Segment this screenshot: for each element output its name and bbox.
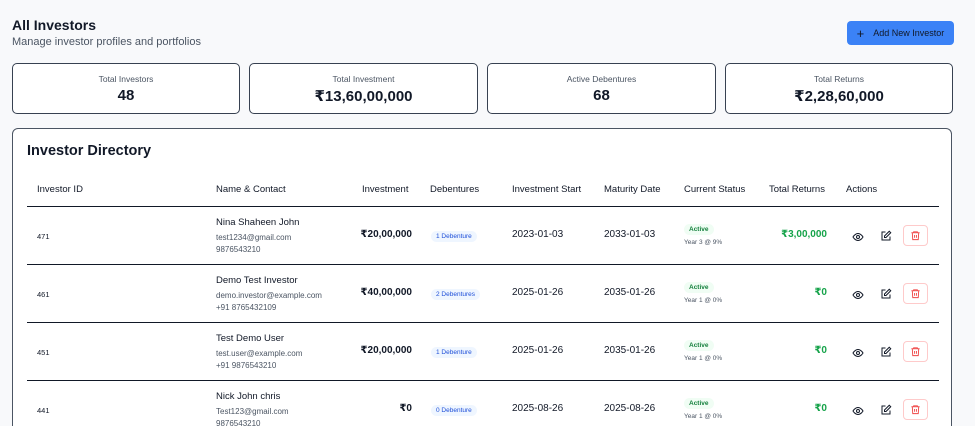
maturity-date: 2035-01-26 (604, 345, 656, 356)
edit-icon[interactable] (880, 229, 892, 241)
edit-icon[interactable] (880, 287, 892, 299)
status-badge: Active (684, 398, 714, 409)
stat-label: Active Debentures (566, 74, 637, 84)
investment-amount: ₹20,00,000 (360, 345, 412, 356)
column-header-total-returns: Total Returns (769, 184, 825, 195)
column-header-debentures: Debentures (430, 184, 480, 195)
page-subtitle: Manage investor profiles and portfolios (12, 36, 201, 48)
total-returns: ₹0 (814, 345, 827, 356)
investor-id: 461 (37, 290, 50, 299)
stat-card-active-debentures: Active Debentures 68 (487, 63, 716, 114)
trash-icon (911, 289, 920, 299)
add-new-investor-label: Add New Investor (873, 28, 945, 38)
table-row: 451 Test Demo User test.user@example.com… (27, 323, 939, 381)
table-row: 441 Nick John chris Test123@gmail.com 98… (27, 381, 939, 426)
investor-email: test1234@gmail.com (216, 233, 292, 242)
stat-label: Total Returns (813, 74, 865, 84)
eye-icon[interactable] (852, 230, 864, 242)
investor-id: 441 (37, 406, 50, 415)
add-new-investor-button[interactable]: + Add New Investor (847, 21, 954, 45)
trash-icon (911, 231, 920, 241)
investor-phone: 9876543210 (216, 419, 261, 426)
maturity-date: 2025-08-26 (604, 403, 656, 414)
investor-name: Nick John chris (216, 391, 281, 402)
investment-start-date: 2025-08-26 (512, 403, 564, 414)
investor-id: 451 (37, 348, 50, 357)
plus-icon: + (856, 25, 865, 41)
directory-title: Investor Directory (27, 143, 152, 159)
investor-phone: +91 8765432109 (216, 303, 277, 312)
delete-button[interactable] (903, 399, 928, 420)
investor-directory-panel: Investor Directory Investor ID Name & Co… (12, 128, 952, 426)
investor-name: Test Demo User (216, 333, 285, 344)
column-header-maturity-date: Maturity Date (604, 184, 661, 195)
stat-card-total-investors: Total Investors 48 (12, 63, 240, 114)
debenture-badge: 1 Debenture (431, 347, 477, 358)
edit-icon[interactable] (880, 403, 892, 415)
delete-button[interactable] (903, 341, 928, 362)
stat-value: ₹13,60,00,000 (314, 88, 413, 105)
investment-amount: ₹40,00,000 (360, 287, 412, 298)
column-header-actions: Actions (846, 184, 878, 195)
investor-phone: +91 9876543210 (216, 361, 277, 370)
status-badge: Active (684, 224, 714, 235)
page-title: All Investors (12, 17, 97, 33)
delete-button[interactable] (903, 283, 928, 304)
table-row: 471 Nina Shaheen John test1234@gmail.com… (27, 207, 939, 265)
column-header-name-contact: Name & Contact (216, 184, 286, 195)
status-detail: Year 1 @ 0% (684, 413, 723, 420)
investor-name: Demo Test Investor (216, 275, 298, 286)
column-header-current-status: Current Status (684, 184, 746, 195)
total-returns: ₹3,00,000 (781, 229, 827, 240)
status-detail: Year 1 @ 0% (684, 297, 723, 304)
maturity-date: 2033-01-03 (604, 229, 656, 240)
debenture-badge: 1 Debenture (431, 231, 477, 242)
stat-card-total-returns: Total Returns ₹2,28,60,000 (725, 63, 953, 114)
investment-start-date: 2025-01-26 (512, 287, 564, 298)
total-returns: ₹0 (814, 403, 827, 414)
investor-email: demo.investor@example.com (216, 291, 322, 300)
column-header-investment: Investment (362, 184, 409, 195)
column-header-investment-start: Investment Start (512, 184, 582, 195)
status-detail: Year 1 @ 0% (684, 355, 723, 362)
stat-value: 68 (593, 87, 610, 104)
eye-icon[interactable] (852, 346, 864, 358)
column-header-investor-id: Investor ID (37, 184, 83, 195)
eye-icon[interactable] (852, 288, 864, 300)
investment-start-date: 2023-01-03 (512, 229, 564, 240)
table-row: 461 Demo Test Investor demo.investor@exa… (27, 265, 939, 323)
debenture-badge: 0 Debenture (431, 405, 477, 416)
maturity-date: 2035-01-26 (604, 287, 656, 298)
investor-email: Test123@gmail.com (216, 407, 289, 416)
trash-icon (911, 405, 920, 415)
trash-icon (911, 347, 920, 357)
investor-email: test.user@example.com (216, 349, 303, 358)
status-detail: Year 3 @ 9% (684, 239, 723, 246)
investment-start-date: 2025-01-26 (512, 345, 564, 356)
status-badge: Active (684, 282, 714, 293)
edit-icon[interactable] (880, 345, 892, 357)
total-returns: ₹0 (814, 287, 827, 298)
investor-id: 471 (37, 232, 50, 241)
stat-value: 48 (117, 87, 135, 104)
investor-name: Nina Shaheen John (216, 217, 300, 228)
delete-button[interactable] (903, 225, 928, 246)
investor-phone: 9876543210 (216, 245, 261, 254)
investment-amount: ₹20,00,000 (360, 229, 412, 240)
debenture-badge: 2 Debentures (431, 289, 481, 300)
investment-amount: ₹0 (399, 403, 412, 414)
eye-icon[interactable] (852, 404, 864, 416)
stat-value: ₹2,28,60,000 (794, 88, 884, 105)
status-badge: Active (684, 340, 714, 351)
stat-label: Total Investors (98, 74, 154, 84)
stat-label: Total Investment (332, 74, 395, 84)
stat-card-total-investment: Total Investment ₹13,60,00,000 (249, 63, 478, 114)
